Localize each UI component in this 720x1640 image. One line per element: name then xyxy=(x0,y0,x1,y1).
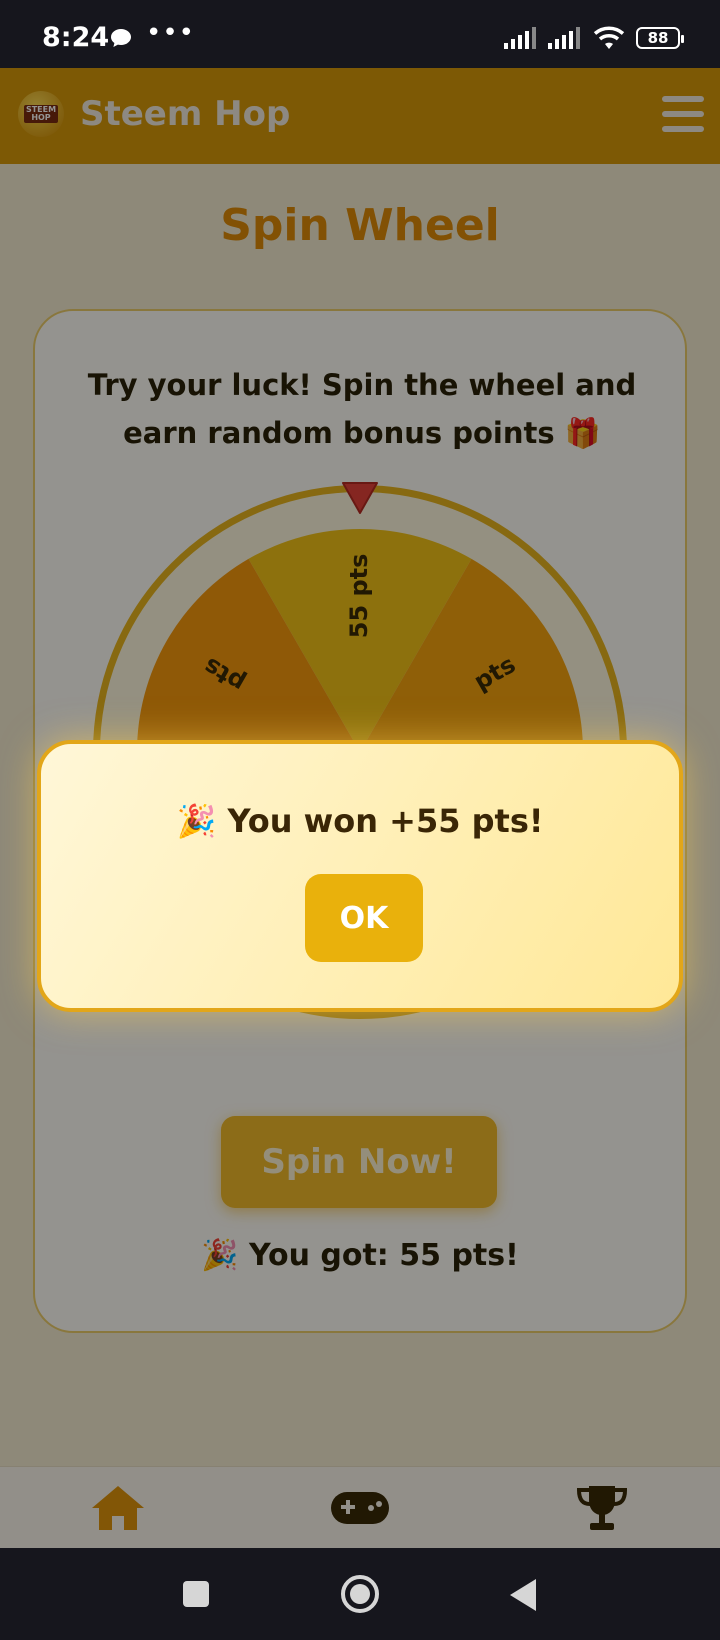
battery-icon: 88 xyxy=(636,27,684,49)
win-dialog: 🎉 You won +55 pts! OK xyxy=(37,740,683,1012)
back-icon[interactable] xyxy=(508,1578,538,1616)
app-screen: STEEM HOP Steem Hop Spin Wheel Try your l… xyxy=(0,68,720,1548)
system-nav-bar xyxy=(0,1548,720,1640)
status-time: 8:24 xyxy=(42,22,110,53)
recents-icon[interactable] xyxy=(182,1580,210,1612)
status-right-icons: 88 xyxy=(504,24,684,52)
win-message: 🎉 You won +55 pts! xyxy=(176,802,544,840)
home-circle-icon[interactable] xyxy=(340,1574,380,1618)
signal-icon xyxy=(504,27,536,49)
status-overflow-dots: ••• xyxy=(146,18,196,48)
wifi-icon xyxy=(593,26,625,49)
status-bar: 8:24 ••• 88 xyxy=(0,0,720,68)
signal-icon xyxy=(548,27,580,49)
message-icon xyxy=(110,28,132,52)
ok-button[interactable]: OK xyxy=(305,874,423,962)
